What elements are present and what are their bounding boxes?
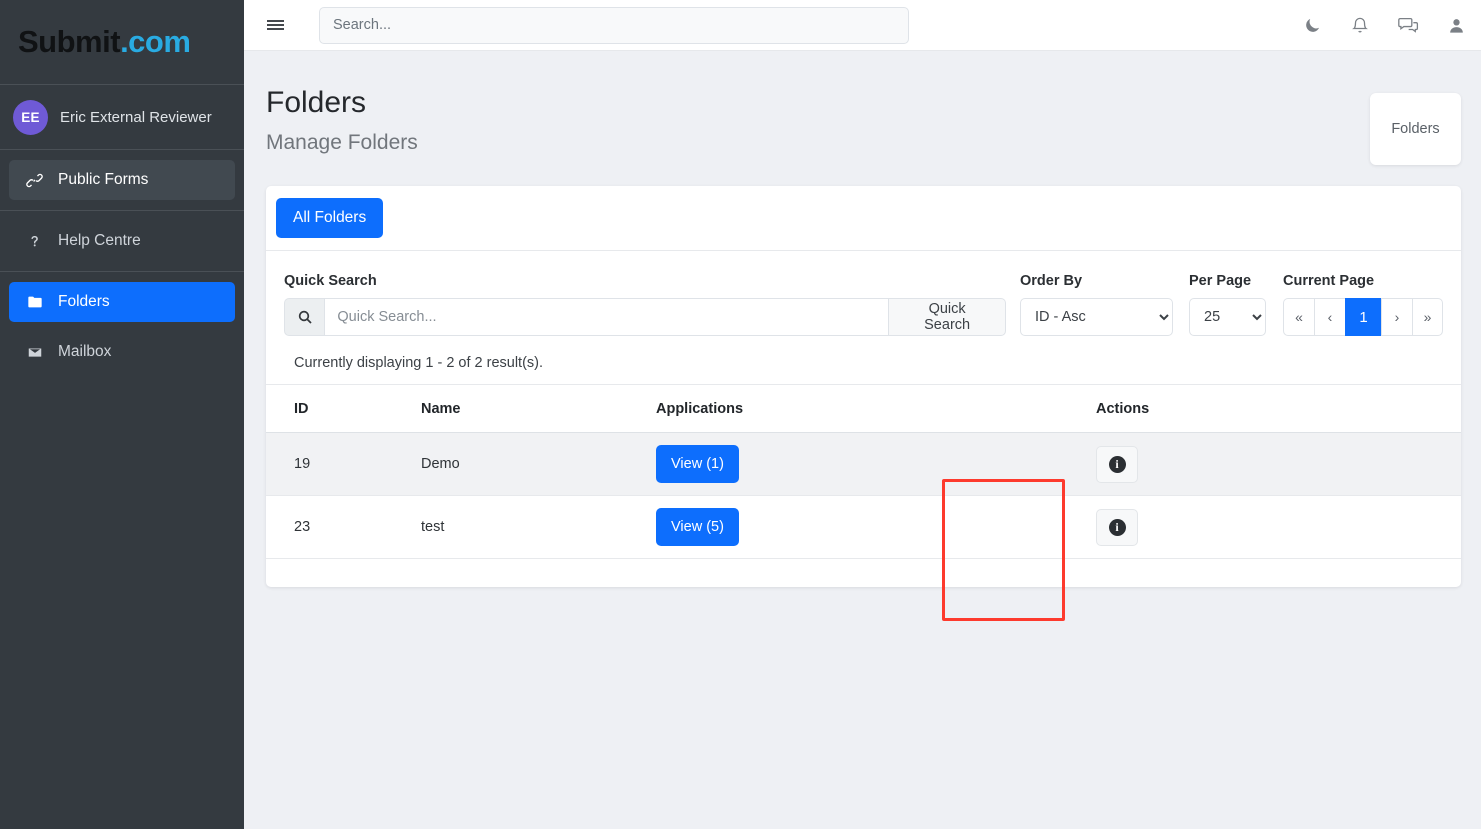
sidebar-item-folders[interactable]: Folders xyxy=(9,282,235,322)
cell-applications: View (1) xyxy=(656,432,1096,496)
cell-id: 23 xyxy=(266,495,421,559)
table-row: 19 Demo View (1) i xyxy=(266,432,1461,496)
search-input[interactable] xyxy=(319,6,909,44)
question-mark-icon xyxy=(25,232,44,250)
cell-id: 19 xyxy=(266,432,421,496)
per-page-select[interactable]: 25 xyxy=(1189,298,1266,336)
breadcrumb-label: Folders xyxy=(1391,121,1440,137)
sidebar-item-label: Public Forms xyxy=(58,171,149,188)
column-header-applications: Applications xyxy=(656,385,1096,433)
table-header-row: ID Name Applications Actions xyxy=(266,385,1461,433)
cell-actions: i xyxy=(1096,432,1461,496)
filter-bar: Quick Search Quick Search Order By ID - … xyxy=(266,251,1461,355)
result-count: Currently displaying 1 - 2 of 2 result(s… xyxy=(266,355,1461,385)
info-button[interactable]: i xyxy=(1096,508,1138,546)
bell-icon[interactable] xyxy=(1349,15,1371,37)
page-title: Folders xyxy=(266,86,367,119)
breadcrumb[interactable]: Folders xyxy=(1370,93,1461,165)
brand-logo[interactable]: Submit.com xyxy=(0,0,244,84)
avatar: EE xyxy=(13,99,48,135)
column-header-name: Name xyxy=(421,385,656,433)
user-name: Eric External Reviewer xyxy=(60,108,212,126)
sidebar-divider-3 xyxy=(0,210,244,211)
info-button[interactable]: i xyxy=(1096,445,1138,483)
sidebar-divider-4 xyxy=(0,271,244,272)
sidebar-item-public-forms[interactable]: Public Forms xyxy=(9,160,235,200)
hamburger-icon[interactable] xyxy=(260,10,290,40)
per-page-group: Per Page 25 xyxy=(1189,273,1266,336)
cell-name: Demo xyxy=(421,432,656,496)
brand-name: Submit xyxy=(18,24,121,59)
pagination-first-page[interactable]: « xyxy=(1283,298,1314,336)
cell-name: test xyxy=(421,495,656,559)
order-by-label: Order By xyxy=(1020,273,1083,289)
tab-all-folders[interactable]: All Folders xyxy=(276,198,384,238)
folders-card: All Folders Quick Search Quick Search Or… xyxy=(266,186,1461,587)
folder-icon xyxy=(25,294,44,310)
pagination: «‹ 1 ›» xyxy=(1283,298,1443,336)
sidebar-divider-2 xyxy=(0,149,244,150)
chat-icon[interactable] xyxy=(1397,15,1419,37)
view-applications-button[interactable]: View (5) xyxy=(656,508,739,546)
card-footer-spacer xyxy=(266,559,1461,587)
column-header-actions: Actions xyxy=(1096,385,1461,433)
cell-applications: View (5) xyxy=(656,495,1096,559)
sidebar-item-label: Folders xyxy=(58,293,110,310)
current-page-group: Current Page «‹ 1 ›» xyxy=(1283,273,1443,336)
sidebar-user[interactable]: EE Eric External Reviewer xyxy=(0,85,244,149)
moon-icon[interactable] xyxy=(1301,15,1323,37)
top-bar-icons xyxy=(1301,0,1467,51)
per-page-label: Per Page xyxy=(1189,273,1252,289)
search-icon xyxy=(284,298,325,336)
table-head: ID Name Applications Actions xyxy=(266,385,1461,433)
folders-table: ID Name Applications Actions 19 Demo View … xyxy=(266,385,1461,559)
page-header: Folders Manage Folders xyxy=(266,86,418,155)
table-row: 23 test View (5) i xyxy=(266,495,1461,559)
top-bar xyxy=(244,0,1481,51)
column-header-id: ID xyxy=(266,385,421,433)
user-icon[interactable] xyxy=(1445,15,1467,37)
card-tabs: All Folders xyxy=(266,186,1461,251)
info-icon: i xyxy=(1108,518,1126,536)
view-applications-button[interactable]: View (1) xyxy=(656,445,739,483)
order-by-group: Order By ID - Asc xyxy=(1020,273,1173,336)
sidebar: Submit.com EE Eric External Reviewer Pub… xyxy=(0,0,244,829)
table-body: 19 Demo View (1) i 23 test View (5) i xyxy=(266,432,1461,559)
cell-actions: i xyxy=(1096,495,1461,559)
sidebar-item-help-centre[interactable]: Help Centre xyxy=(9,221,235,261)
brand-text: Submit.com xyxy=(18,24,191,60)
quick-search-group: Quick Search Quick Search xyxy=(284,273,1006,336)
sidebar-item-label: Mailbox xyxy=(58,343,112,360)
order-by-select[interactable]: ID - Asc xyxy=(1020,298,1173,336)
pagination-prev-page[interactable]: ‹ xyxy=(1314,298,1345,336)
pagination-last-page[interactable]: » xyxy=(1412,298,1443,336)
info-icon: i xyxy=(1108,455,1126,473)
envelope-icon xyxy=(25,345,44,360)
current-page-label: Current Page xyxy=(1283,273,1375,289)
quick-search-label: Quick Search xyxy=(284,273,377,289)
sidebar-item-label: Help Centre xyxy=(58,232,141,249)
main-content: Folders Manage Folders Folders All Folde… xyxy=(244,51,1481,829)
brand-suffix: .com xyxy=(120,24,191,59)
page-subtitle: Manage Folders xyxy=(266,131,418,154)
quick-search-button[interactable]: Quick Search xyxy=(889,298,1006,336)
pagination-page-1[interactable]: 1 xyxy=(1345,298,1381,336)
sidebar-item-mailbox[interactable]: Mailbox xyxy=(9,332,235,372)
quick-search-input[interactable] xyxy=(324,298,890,336)
pagination-next-page[interactable]: › xyxy=(1381,298,1412,336)
link-icon xyxy=(25,172,44,189)
